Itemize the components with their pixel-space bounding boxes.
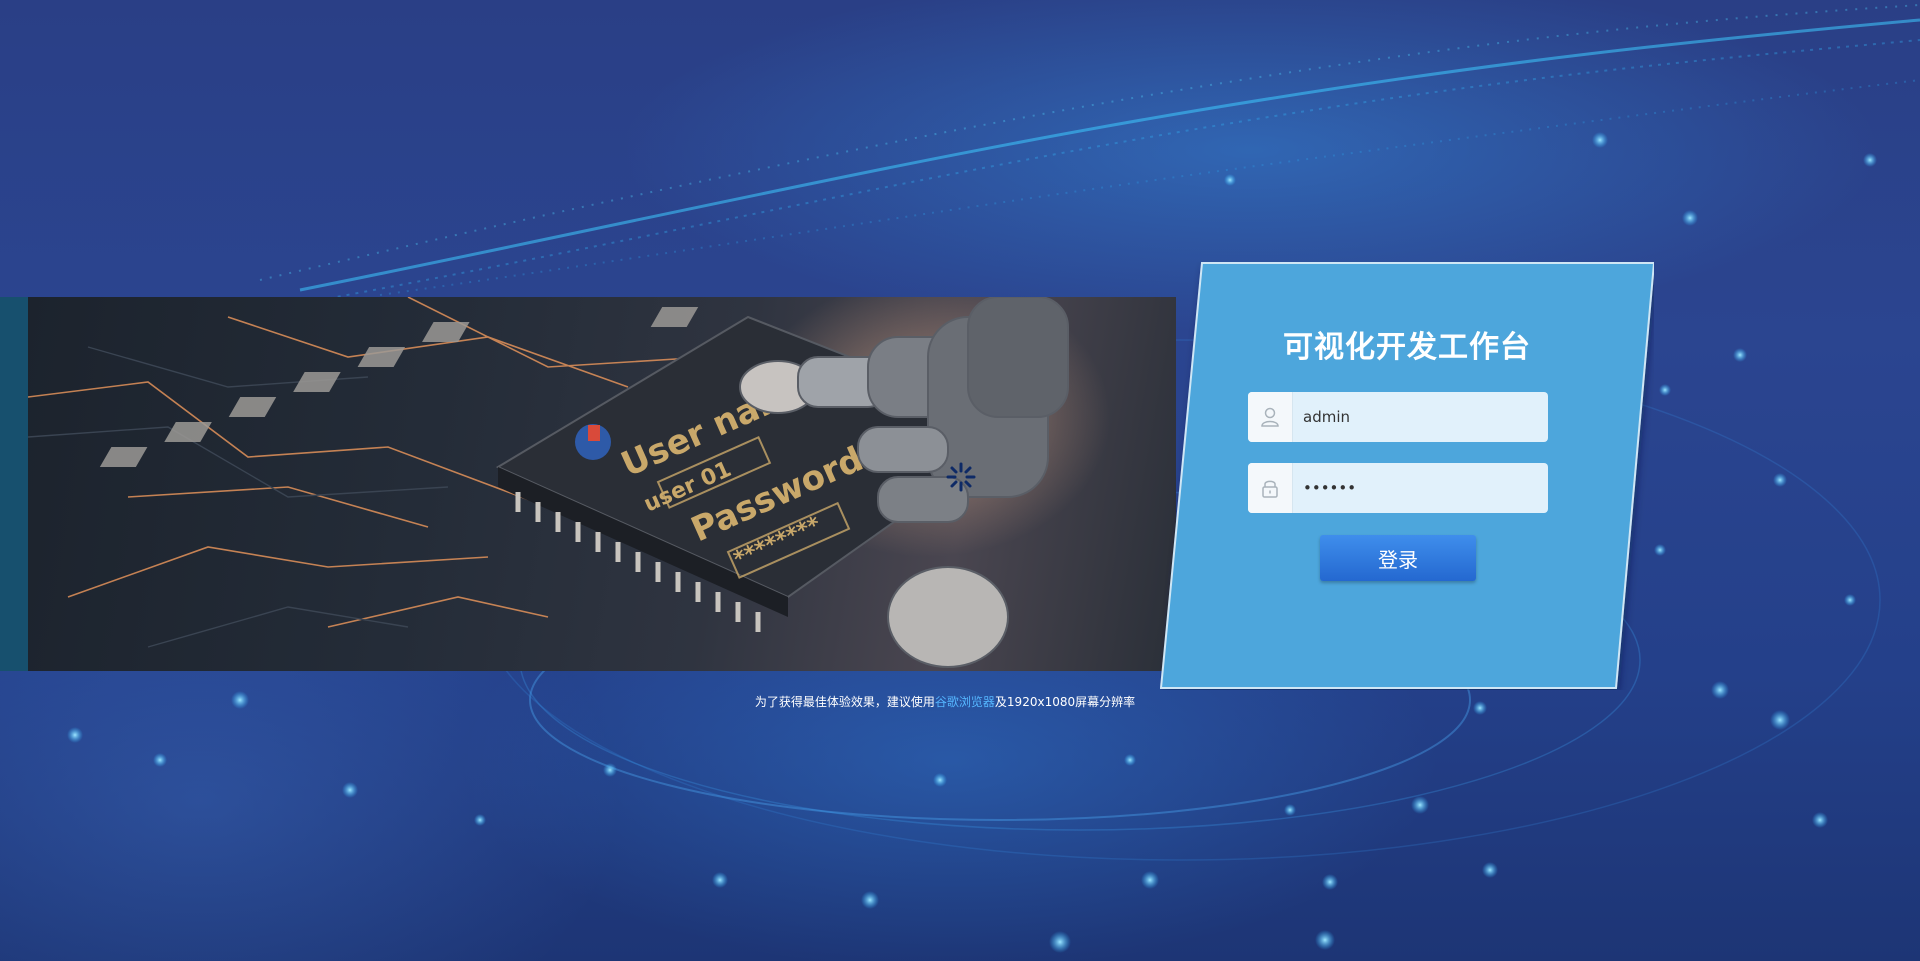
- login-page: User name user 01 Password ******** 可视化开…: [0, 0, 1920, 961]
- notice-suffix: 及1920x1080屏幕分辨率: [994, 695, 1136, 709]
- hero-banner: User name user 01 Password ********: [0, 297, 1176, 671]
- chrome-browser-link[interactable]: 谷歌浏览器: [935, 695, 995, 709]
- spinner-icon: [946, 462, 976, 492]
- banner-image: User name user 01 Password ********: [28, 297, 1176, 671]
- password-field[interactable]: [1248, 463, 1548, 513]
- notice-prefix: 为了获得最佳体验效果，建议使用: [754, 695, 935, 709]
- user-icon: [1248, 392, 1293, 442]
- browser-notice: 为了获得最佳体验效果，建议使用谷歌浏览器及1920x1080屏幕分辨率: [0, 693, 1890, 710]
- login-title: 可视化开发工作台: [1283, 330, 1531, 365]
- login-button[interactable]: 登录: [1320, 535, 1476, 581]
- username-field[interactable]: [1248, 392, 1548, 442]
- login-form: 可视化开发工作台 登录: [1160, 262, 1654, 690]
- banner-edge: [0, 297, 28, 671]
- lock-icon: [1248, 463, 1293, 513]
- username-input[interactable]: [1293, 393, 1548, 441]
- chip-illustration: User name user 01 Password ********: [28, 297, 1069, 668]
- password-input[interactable]: [1293, 464, 1548, 512]
